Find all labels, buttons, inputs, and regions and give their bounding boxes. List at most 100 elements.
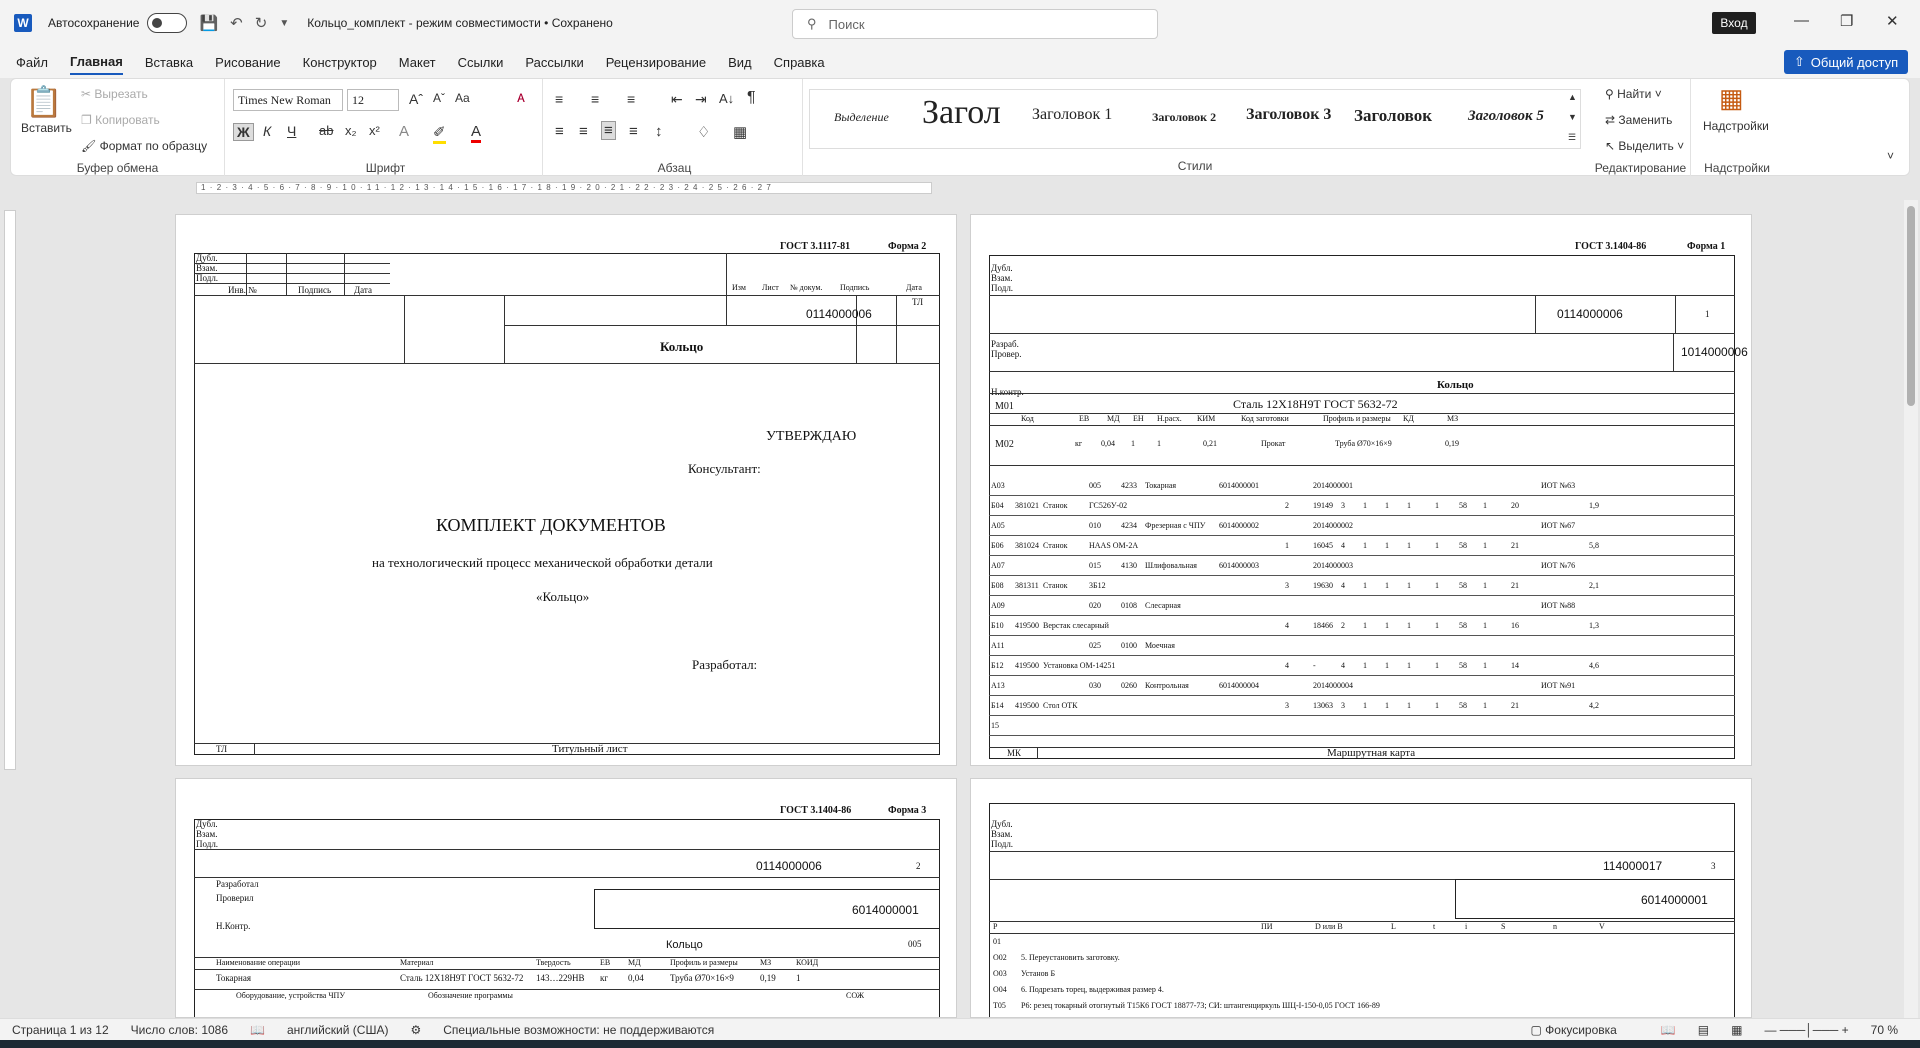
- menu-mailings[interactable]: Рассылки: [525, 51, 583, 74]
- scrollbar-thumb[interactable]: [1907, 206, 1915, 406]
- horizontal-ruler[interactable]: 1·2·3·4·5·6·7·8·9·10·11·12·13·14·15·16·1…: [196, 182, 932, 194]
- increase-indent-icon[interactable]: ⇥: [695, 91, 707, 108]
- replace-button[interactable]: ⇄ Заменить: [1605, 113, 1672, 127]
- op-nkontr-label: Н.Контр.: [216, 921, 251, 931]
- numbering-icon[interactable]: ≡: [591, 91, 599, 107]
- language[interactable]: английский (США): [287, 1023, 388, 1037]
- m01-label: М01: [995, 401, 1014, 412]
- zoom-slider[interactable]: — ───│─── +: [1764, 1023, 1848, 1037]
- quick-access-dropdown-icon[interactable]: ▼: [279, 18, 289, 29]
- read-mode-icon[interactable]: 📖: [1661, 1023, 1676, 1037]
- save-icon[interactable]: 💾: [199, 14, 218, 32]
- format-painter-button[interactable]: 🖌 Формат по образцу: [81, 139, 207, 153]
- line-spacing-icon[interactable]: ↕: [655, 123, 663, 140]
- menu-view[interactable]: Вид: [728, 51, 752, 74]
- menu-file[interactable]: Файл: [16, 51, 48, 74]
- styles-scroll-up-icon[interactable]: ▲: [1568, 92, 1577, 102]
- page-count[interactable]: Страница 1 из 12: [12, 1023, 109, 1037]
- shrink-font-icon[interactable]: Aˇ: [433, 91, 445, 105]
- style-heading-3[interactable]: Заголовок 3: [1246, 106, 1336, 124]
- shading-icon[interactable]: ♢: [697, 123, 710, 141]
- addins-button[interactable]: Надстройки: [1703, 119, 1769, 133]
- collapse-ribbon-icon[interactable]: ˅: [1887, 149, 1894, 163]
- focus-mode[interactable]: ▢ Фокусировка: [1530, 1023, 1638, 1037]
- borders-icon[interactable]: ▦: [733, 123, 747, 141]
- vertical-ruler[interactable]: [4, 210, 16, 770]
- minimize-icon[interactable]: —: [1794, 12, 1809, 29]
- style-title[interactable]: Загол: [922, 94, 1001, 132]
- styles-more-icon[interactable]: ☰: [1568, 132, 1576, 143]
- menu-design[interactable]: Конструктор: [303, 51, 377, 74]
- search-input[interactable]: ⚲ Поиск: [792, 9, 1158, 39]
- route-cell: 58: [1459, 701, 1467, 710]
- subscript-button[interactable]: x₂: [345, 123, 357, 138]
- align-justify-icon[interactable]: ≡: [601, 121, 616, 140]
- maximize-icon[interactable]: ❐: [1840, 12, 1853, 30]
- font-color-icon[interactable]: A: [471, 123, 482, 143]
- style-heading[interactable]: Заголовок: [1354, 106, 1432, 126]
- highlight-icon[interactable]: ✐: [433, 123, 446, 144]
- route-cell: 4,6: [1589, 661, 1599, 670]
- vertical-scrollbar[interactable]: [1904, 200, 1918, 1018]
- autosave-toggle[interactable]: [147, 13, 188, 33]
- close-icon[interactable]: ✕: [1886, 12, 1899, 30]
- styles-scroll-down-icon[interactable]: ▼: [1568, 112, 1577, 122]
- print-layout-icon[interactable]: ▤: [1698, 1023, 1709, 1037]
- style-heading-2[interactable]: Заголовок 2: [1152, 110, 1216, 125]
- menu-help[interactable]: Справка: [774, 51, 825, 74]
- route-cell: А13: [991, 681, 1005, 690]
- menu-insert[interactable]: Вставка: [145, 51, 193, 74]
- op2-row-text: Р6: резец токарный отогнутый Т15К6 ГОСТ …: [1021, 1001, 1380, 1010]
- bold-button[interactable]: Ж: [233, 123, 254, 141]
- styles-gallery: Выделение Загол Заголовок 1 Заголовок 2 …: [809, 89, 1581, 149]
- show-marks-icon[interactable]: ¶: [747, 89, 756, 107]
- text-effects-icon[interactable]: A: [399, 123, 409, 140]
- accessibility-status[interactable]: Специальные возможности: не поддерживают…: [443, 1023, 714, 1037]
- multilevel-list-icon[interactable]: ≡: [627, 91, 635, 107]
- menu-review[interactable]: Рецензирование: [606, 51, 706, 74]
- font-size-select[interactable]: 12: [347, 89, 399, 111]
- share-button[interactable]: ⇧ Общий доступ: [1784, 50, 1908, 74]
- change-case-icon[interactable]: Aa: [455, 91, 470, 105]
- align-left-icon[interactable]: ≡: [555, 123, 564, 140]
- align-right-icon[interactable]: ≡: [629, 123, 638, 140]
- paste-icon[interactable]: 📋: [25, 85, 62, 120]
- menu-layout[interactable]: Макет: [399, 51, 436, 74]
- paste-button[interactable]: Вставить: [21, 121, 72, 135]
- menu-draw[interactable]: Рисование: [215, 51, 280, 74]
- strikethrough-button[interactable]: ab: [319, 123, 333, 138]
- menu-references[interactable]: Ссылки: [458, 51, 504, 74]
- document-title[interactable]: Кольцо_комплект - режим совместимости • …: [307, 16, 613, 30]
- menu-home[interactable]: Главная: [69, 50, 123, 75]
- route-cell: 58: [1459, 581, 1467, 590]
- grow-font-icon[interactable]: Aˆ: [409, 91, 423, 107]
- addins-icon[interactable]: ▦: [1719, 83, 1744, 114]
- zoom-level[interactable]: 70 %: [1871, 1023, 1898, 1037]
- proofing-icon[interactable]: 📖: [250, 1023, 265, 1037]
- cut-button[interactable]: ✂ Вырезать: [81, 87, 148, 101]
- select-button[interactable]: ↖ Выделить ˅: [1605, 139, 1684, 153]
- login-button[interactable]: Вход: [1712, 12, 1756, 34]
- m02-header-cell: КД: [1403, 414, 1414, 423]
- style-emphasis[interactable]: Выделение: [834, 110, 889, 125]
- undo-icon[interactable]: ↶: [230, 14, 243, 32]
- copy-button[interactable]: ❐ Копировать: [81, 113, 160, 127]
- bullets-icon[interactable]: ≡: [555, 91, 563, 107]
- word-count[interactable]: Число слов: 1086: [131, 1023, 228, 1037]
- forma-label: Форма 2: [888, 241, 927, 252]
- align-center-icon[interactable]: ≡: [579, 123, 588, 140]
- style-heading-5[interactable]: Заголовок 5: [1468, 108, 1544, 125]
- style-heading-1[interactable]: Заголовок 1: [1032, 106, 1112, 124]
- tp-subtitle: на технологический процесс механической …: [372, 555, 713, 570]
- op-value-cell: Токарная: [216, 973, 252, 983]
- sort-icon[interactable]: A↓: [719, 91, 734, 106]
- italic-button[interactable]: К: [263, 123, 271, 139]
- superscript-button[interactable]: x²: [369, 123, 380, 138]
- redo-icon[interactable]: ↻: [255, 14, 268, 32]
- web-layout-icon[interactable]: ▦: [1731, 1023, 1742, 1037]
- font-name-select[interactable]: Times New Roman: [233, 89, 343, 111]
- find-button[interactable]: ⚲ Найти ˅: [1605, 87, 1662, 101]
- decrease-indent-icon[interactable]: ⇤: [671, 91, 683, 108]
- underline-button[interactable]: Ч: [287, 123, 296, 139]
- clear-format-icon[interactable]: ᴀ: [517, 89, 525, 107]
